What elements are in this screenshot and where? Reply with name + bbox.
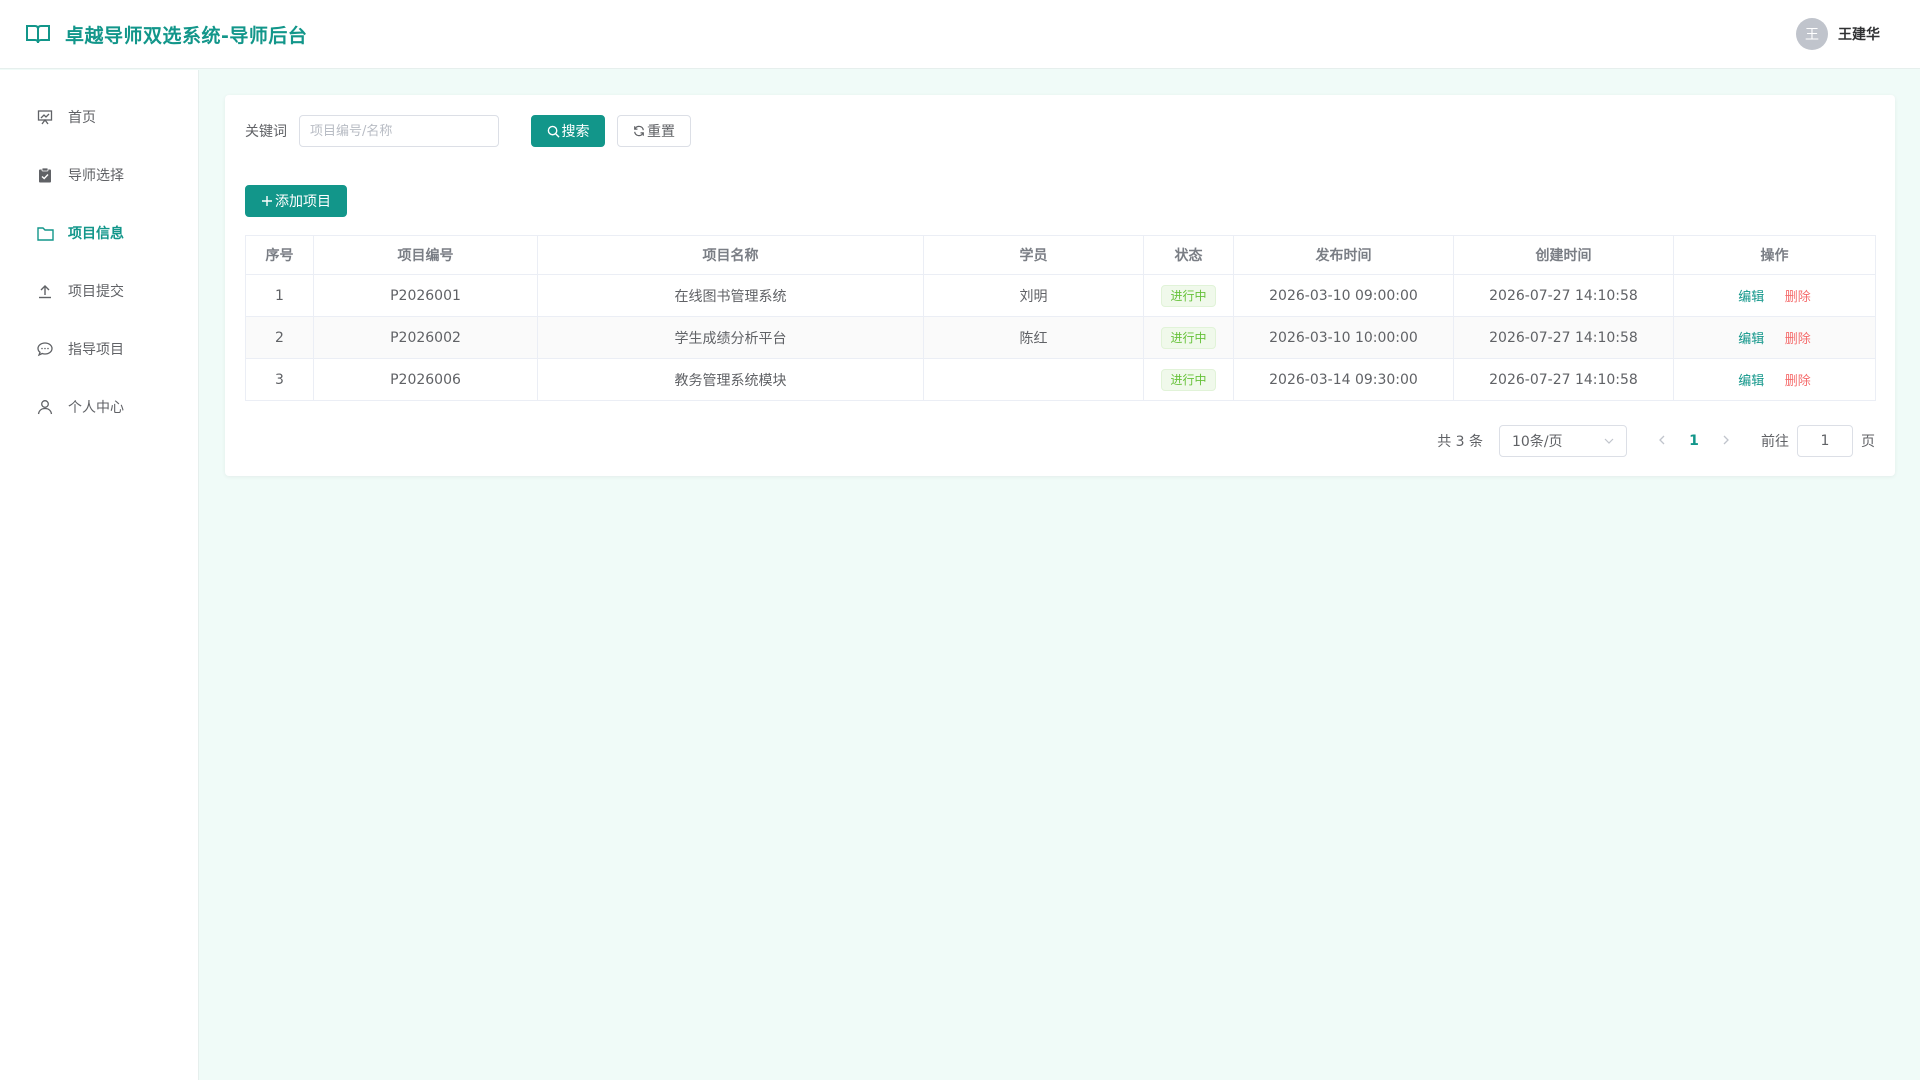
avatar[interactable]: 王 bbox=[1796, 18, 1828, 50]
page-suffix: 页 bbox=[1861, 434, 1875, 450]
sidebar: 首页 导师选择 项目信息 项目提交 指导项目 个人中心 bbox=[0, 70, 199, 1080]
refresh-icon bbox=[634, 125, 644, 137]
column-header: 操作 bbox=[1673, 235, 1876, 275]
project-name: 在线图书管理系统 bbox=[537, 274, 924, 317]
reset-button[interactable]: 重置 bbox=[617, 115, 691, 147]
create-time: 2026-07-27 14:10:58 bbox=[1453, 316, 1674, 359]
student-name: 陈红 bbox=[923, 316, 1144, 359]
student-name: 刘明 bbox=[923, 274, 1144, 317]
project-panel: 关键词 搜索 重置 添加项目 bbox=[225, 95, 1895, 476]
delete-link[interactable]: 删除 bbox=[1785, 332, 1811, 347]
delete-link[interactable]: 删除 bbox=[1785, 290, 1811, 305]
project-code: P2026001 bbox=[313, 274, 538, 317]
user-menu[interactable]: 王 王建华 bbox=[1796, 18, 1880, 50]
chevron-right-icon bbox=[1723, 435, 1729, 445]
sidebar-item-label: 首页 bbox=[68, 110, 96, 126]
edit-link[interactable]: 编辑 bbox=[1738, 374, 1764, 389]
sidebar-item-label: 指导项目 bbox=[68, 342, 124, 358]
brand: 卓越导师双选系统-导师后台 bbox=[25, 21, 307, 48]
user-icon bbox=[36, 398, 54, 416]
page-size-value: 10条/页 bbox=[1512, 434, 1563, 450]
add-button-label: 添加项目 bbox=[275, 194, 331, 210]
next-page-button[interactable] bbox=[1711, 433, 1741, 449]
total-count: 共 3 条 bbox=[1437, 434, 1483, 450]
delete-link[interactable]: 删除 bbox=[1785, 374, 1811, 389]
user-name[interactable]: 王建华 bbox=[1838, 24, 1880, 44]
sidebar-item-label: 导师选择 bbox=[68, 168, 124, 184]
row-index: 1 bbox=[245, 274, 314, 317]
status-badge: 进行中 bbox=[1161, 326, 1216, 349]
folder-icon bbox=[36, 224, 54, 242]
search-input[interactable] bbox=[299, 115, 499, 147]
page-size-select[interactable]: 10条/页 bbox=[1499, 425, 1627, 457]
sidebar-item-tutor-select[interactable]: 导师选择 bbox=[0, 146, 198, 204]
add-project-button[interactable]: 添加项目 bbox=[245, 185, 347, 217]
search-icon bbox=[547, 125, 560, 138]
reset-button-label: 重置 bbox=[647, 124, 675, 140]
sidebar-item-label: 个人中心 bbox=[68, 400, 124, 416]
column-header: 状态 bbox=[1143, 235, 1234, 275]
column-header: 序号 bbox=[245, 235, 314, 275]
edit-link[interactable]: 编辑 bbox=[1738, 290, 1764, 305]
row-index: 3 bbox=[245, 358, 314, 401]
create-time: 2026-07-27 14:10:58 bbox=[1453, 274, 1674, 317]
create-time: 2026-07-27 14:10:58 bbox=[1453, 358, 1674, 401]
goto-page-input[interactable] bbox=[1797, 425, 1853, 457]
top-header: 卓越导师双选系统-导师后台 王 王建华 bbox=[0, 0, 1920, 69]
goto-label: 前往 bbox=[1761, 434, 1789, 450]
status-badge: 进行中 bbox=[1161, 368, 1216, 391]
search-button-label: 搜索 bbox=[561, 124, 590, 140]
row-index: 2 bbox=[245, 316, 314, 359]
chevron-down-icon bbox=[1604, 438, 1614, 444]
project-table: 序号 项目编号 项目名称 学员 状态 发布时间 创建时间 操作 1 P20260… bbox=[245, 235, 1876, 401]
sidebar-item-label: 项目提交 bbox=[68, 284, 124, 300]
publish-time: 2026-03-14 09:30:00 bbox=[1233, 358, 1454, 401]
sidebar-item-home[interactable]: 首页 bbox=[0, 88, 198, 146]
sidebar-item-label: 项目信息 bbox=[68, 226, 124, 242]
app-title: 卓越导师双选系统-导师后台 bbox=[65, 24, 308, 47]
table-row: 1 P2026001 在线图书管理系统 刘明 进行中 2026-03-10 09… bbox=[245, 274, 1876, 317]
upload-icon bbox=[36, 282, 54, 300]
open-book-icon bbox=[25, 23, 51, 45]
sidebar-item-guide-projects[interactable]: 指导项目 bbox=[0, 320, 198, 378]
project-name: 学生成绩分析平台 bbox=[537, 316, 924, 359]
chat-bubble-icon bbox=[36, 340, 54, 358]
sidebar-item-project-submit[interactable]: 项目提交 bbox=[0, 262, 198, 320]
pagination: 共 3 条 10条/页 1 前往 页 bbox=[1437, 425, 1875, 457]
column-header: 项目名称 bbox=[537, 235, 924, 275]
project-code: P2026002 bbox=[313, 316, 538, 359]
keyword-label: 关键词 bbox=[245, 124, 287, 140]
plus-icon bbox=[262, 196, 272, 206]
project-name: 教务管理系统模块 bbox=[537, 358, 924, 401]
status-badge: 进行中 bbox=[1161, 284, 1216, 307]
clipboard-check-icon bbox=[36, 166, 54, 184]
column-header: 学员 bbox=[923, 235, 1144, 275]
sidebar-item-project-info[interactable]: 项目信息 bbox=[0, 204, 198, 262]
column-header: 创建时间 bbox=[1453, 235, 1674, 275]
chevron-left-icon bbox=[1659, 435, 1665, 445]
column-header: 项目编号 bbox=[313, 235, 538, 275]
table-header-row: 序号 项目编号 项目名称 学员 状态 发布时间 创建时间 操作 bbox=[245, 235, 1876, 275]
search-button[interactable]: 搜索 bbox=[531, 115, 605, 147]
prev-page-button[interactable] bbox=[1647, 433, 1677, 449]
page-number-current[interactable]: 1 bbox=[1679, 433, 1709, 449]
table-row: 2 P2026002 学生成绩分析平台 陈红 进行中 2026-03-10 10… bbox=[245, 316, 1876, 359]
publish-time: 2026-03-10 09:00:00 bbox=[1233, 274, 1454, 317]
student-name bbox=[923, 358, 1144, 401]
project-code: P2026006 bbox=[313, 358, 538, 401]
search-bar: 关键词 搜索 重置 bbox=[245, 115, 1875, 147]
column-header: 发布时间 bbox=[1233, 235, 1454, 275]
edit-link[interactable]: 编辑 bbox=[1738, 332, 1764, 347]
presentation-icon bbox=[36, 108, 54, 126]
sidebar-item-profile[interactable]: 个人中心 bbox=[0, 378, 198, 436]
table-row: 3 P2026006 教务管理系统模块 进行中 2026-03-14 09:30… bbox=[245, 358, 1876, 401]
publish-time: 2026-03-10 10:00:00 bbox=[1233, 316, 1454, 359]
